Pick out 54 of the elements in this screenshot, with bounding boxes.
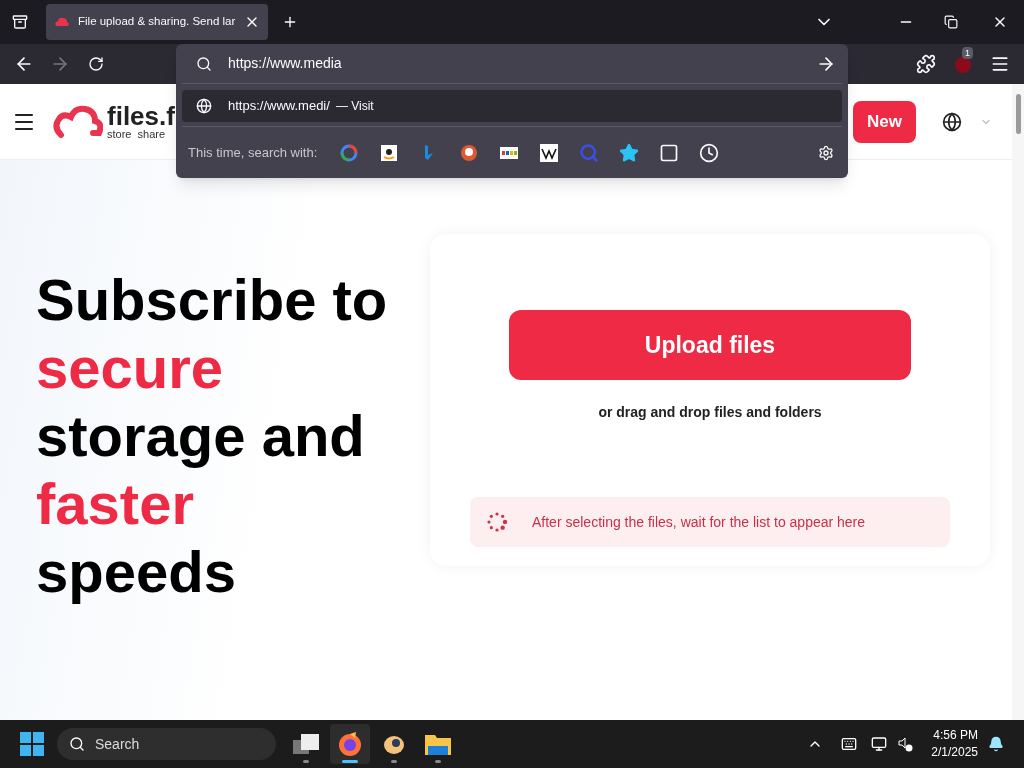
search-icon: [196, 55, 212, 72]
status-text: After selecting the files, wait for the list to appear here: [532, 512, 866, 532]
search-with-label: This time, search with:: [188, 143, 318, 162]
headline-line: Subscribe to: [36, 266, 389, 334]
folder-icon: [424, 732, 452, 756]
clock-time: 4:56 PM: [933, 727, 978, 744]
headline-line: secure: [36, 334, 225, 402]
suggestion-action: — Visit: [335, 98, 374, 115]
settings-icon[interactable]: [818, 144, 834, 161]
tab-title: File upload & sharing. Send lar: [78, 14, 236, 30]
clock-icon[interactable]: [699, 142, 720, 163]
globe-icon[interactable]: [942, 111, 962, 132]
reload-icon[interactable]: [88, 56, 104, 72]
upload-button[interactable]: Upload files: [509, 310, 911, 380]
suggestion-url: https://www.medi/: [228, 97, 330, 116]
headline-line: faster: [36, 470, 195, 538]
headline-line: storage and: [36, 402, 366, 470]
new-tab-icon[interactable]: [282, 14, 298, 30]
logo-tagline: store share: [107, 129, 167, 140]
search-label: Search: [95, 734, 140, 754]
new-button[interactable]: New: [853, 100, 916, 143]
restore-icon[interactable]: [944, 15, 958, 29]
monitor-icon[interactable]: [871, 736, 888, 752]
duck-logo-icon[interactable]: [459, 142, 480, 163]
keyboard-icon[interactable]: [841, 736, 858, 752]
address-field[interactable]: https://www.media: [228, 53, 816, 74]
drop-hint: or drag and drop files and folders: [598, 403, 822, 422]
windows-logo-icon[interactable]: [20, 732, 44, 756]
browser-icon: [337, 731, 363, 757]
bell-icon[interactable]: [988, 736, 1004, 752]
suggestion-row[interactable]: https://www.medi/ — Visit: [182, 90, 842, 122]
browser-tab[interactable]: File upload & sharing. Send lar: [46, 4, 268, 40]
extension-badge: 1: [962, 47, 973, 59]
menu-icon[interactable]: [990, 54, 1010, 74]
spinner-icon: [486, 511, 508, 533]
clock-date: 2/1/2025: [931, 744, 978, 761]
tab-icon[interactable]: [659, 142, 680, 163]
wiki-logo-icon[interactable]: [539, 142, 560, 163]
logo-text: files.f: [107, 103, 175, 129]
taskbar-search[interactable]: Search: [57, 728, 276, 760]
cloud-logo-icon: [53, 104, 103, 139]
scrollbar[interactable]: [1012, 84, 1024, 720]
globe-icon: [196, 98, 212, 114]
star-icon[interactable]: [619, 142, 640, 163]
windows-icon: [293, 732, 319, 756]
smile-logo-icon[interactable]: [379, 142, 400, 163]
headline-line: speeds: [36, 538, 237, 606]
taskbar-app[interactable]: [330, 724, 370, 764]
circle-logo-icon[interactable]: [339, 142, 360, 163]
puzzle-icon[interactable]: [916, 54, 936, 74]
search-icon: [69, 736, 85, 752]
cloud-icon: [54, 16, 70, 28]
tab-list-icon[interactable]: [12, 14, 28, 30]
muted-speaker-icon[interactable]: [897, 736, 914, 752]
